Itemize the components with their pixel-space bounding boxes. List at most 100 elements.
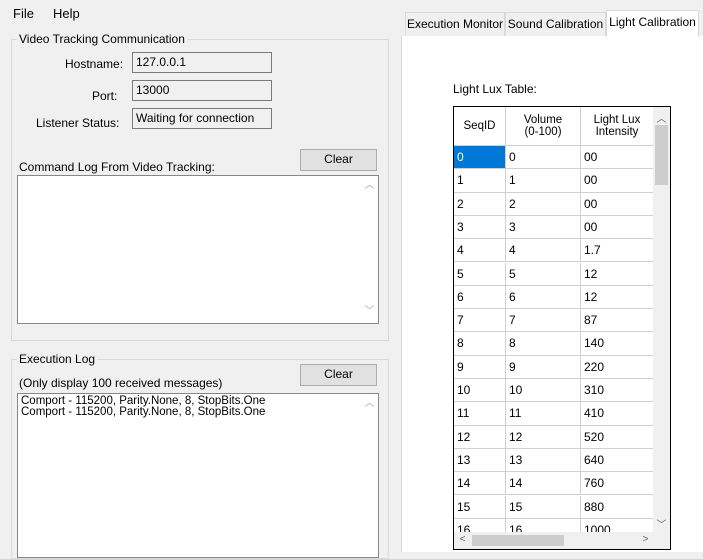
cell-volume[interactable]: 11	[506, 402, 581, 426]
cell-lux[interactable]: 760	[581, 472, 654, 496]
menu-help[interactable]: Help	[53, 6, 80, 21]
execution-log-subtitle: (Only display 100 received messages)	[19, 376, 223, 390]
cell-volume[interactable]: 7	[506, 309, 581, 333]
hostname-field[interactable]: 127.0.0.1	[132, 52, 272, 73]
column-header-volume[interactable]: Volume (0-100)	[506, 107, 581, 146]
cell-seqid[interactable]: 4	[454, 239, 506, 263]
cell-lux[interactable]: 00	[581, 146, 654, 170]
scroll-right-icon[interactable]: >	[637, 534, 654, 545]
table-row[interactable]: 3 3 00	[454, 215, 654, 240]
cell-volume[interactable]: 14	[506, 472, 581, 496]
cell-volume[interactable]: 5	[506, 262, 581, 286]
cell-seqid[interactable]: 7	[454, 309, 506, 333]
table-row[interactable]: 4 4 1.7	[454, 239, 654, 263]
table-scroll-thumb[interactable]	[655, 125, 668, 185]
menu-file[interactable]: File	[13, 6, 34, 21]
table-row[interactable]: 2 2 00	[454, 192, 654, 216]
port-field[interactable]: 13000	[132, 80, 272, 101]
scroll-down-icon[interactable]: ﹀	[361, 306, 378, 317]
table-vertical-scrollbar[interactable]: ︿ ﹀	[653, 107, 670, 533]
cell-seqid[interactable]: 0	[454, 146, 506, 170]
cell-seqid[interactable]: 14	[454, 472, 506, 496]
light-lux-table-title: Light Lux Table:	[453, 82, 537, 96]
cell-lux[interactable]: 12	[581, 285, 654, 310]
cell-lux[interactable]: 140	[581, 332, 654, 356]
cell-lux[interactable]: 00	[581, 192, 654, 216]
column-header-light-lux[interactable]: Light Lux Intensity	[581, 107, 654, 146]
table-hscroll-thumb[interactable]	[472, 535, 564, 546]
cell-lux[interactable]: 410	[581, 402, 654, 426]
tab-execution-monitor[interactable]: Execution Monitor	[405, 12, 505, 36]
cell-volume[interactable]: 12	[506, 425, 581, 449]
cell-seqid[interactable]: 13	[454, 448, 506, 473]
cell-lux[interactable]: 880	[581, 495, 654, 519]
cell-volume[interactable]: 15	[506, 495, 581, 519]
cell-volume[interactable]: 10	[506, 379, 581, 403]
table-row[interactable]: 11 11 410	[454, 402, 654, 426]
cell-volume[interactable]: 13	[506, 448, 581, 473]
clear-execution-log-button[interactable]: Clear	[300, 364, 377, 386]
table-row[interactable]: 9 9 220	[454, 355, 654, 379]
command-log-scrollbar[interactable]: ︿ ﹀	[361, 176, 378, 323]
cell-seqid[interactable]: 5	[454, 262, 506, 286]
cell-volume[interactable]: 0	[506, 146, 581, 170]
table-row[interactable]: 8 8 140	[454, 332, 654, 356]
listener-status-label: Listener Status:	[36, 116, 120, 130]
cell-volume[interactable]: 9	[506, 355, 581, 379]
column-header-seqid[interactable]: SeqID	[454, 107, 506, 146]
scroll-corner	[653, 532, 670, 549]
cell-seqid[interactable]: 15	[454, 495, 506, 519]
tab-light-calibration[interactable]: Light Calibration	[606, 10, 699, 37]
cell-lux[interactable]: 87	[581, 309, 654, 333]
table-row[interactable]: 10 10 310	[454, 379, 654, 403]
table-row[interactable]: 15 15 880	[454, 495, 654, 519]
scroll-up-icon[interactable]: ︿	[361, 180, 378, 191]
command-log-textarea[interactable]: ︿ ﹀	[17, 175, 379, 324]
cell-seqid[interactable]: 2	[454, 192, 506, 216]
cell-volume[interactable]: 8	[506, 332, 581, 356]
table-row[interactable]: 7 7 87	[454, 309, 654, 333]
execution-log-textarea[interactable]: Comport - 115200, Parity.None, 8, StopBi…	[17, 393, 379, 558]
scroll-down-icon[interactable]: ﹀	[653, 516, 670, 531]
table-row[interactable]: 0 0 00	[454, 146, 654, 170]
cell-volume[interactable]: 2	[506, 192, 581, 216]
cell-lux[interactable]: 00	[581, 215, 654, 240]
table-horizontal-scrollbar[interactable]: < >	[454, 532, 654, 549]
table-row[interactable]: 14 14 760	[454, 472, 654, 496]
cell-lux[interactable]: 220	[581, 355, 654, 379]
cell-seqid[interactable]: 10	[454, 379, 506, 403]
cell-volume[interactable]: 6	[506, 285, 581, 310]
cell-seqid[interactable]: 3	[454, 215, 506, 240]
cell-lux[interactable]: 520	[581, 425, 654, 449]
execution-log-group-title: Execution Log	[17, 352, 98, 366]
cell-seqid[interactable]: 12	[454, 425, 506, 449]
cell-seqid[interactable]: 11	[454, 402, 506, 426]
scroll-up-icon[interactable]: ︿	[653, 110, 670, 125]
cell-lux[interactable]: 00	[581, 169, 654, 193]
scroll-left-icon[interactable]: <	[454, 534, 471, 545]
cell-lux[interactable]: 12	[581, 262, 654, 286]
cell-lux[interactable]: 1.7	[581, 239, 654, 263]
cell-seqid[interactable]: 1	[454, 169, 506, 193]
cell-seqid[interactable]: 6	[454, 285, 506, 310]
table-row[interactable]: 5 5 12	[454, 262, 654, 286]
table-row[interactable]: 6 6 12	[454, 285, 654, 310]
scroll-up-icon[interactable]: ︿	[361, 398, 378, 409]
cell-lux[interactable]: 310	[581, 379, 654, 403]
cell-lux[interactable]: 640	[581, 448, 654, 473]
table-row[interactable]: 13 13 640	[454, 448, 654, 473]
execution-log-scrollbar[interactable]: ︿	[361, 394, 378, 557]
tab-sound-calibration[interactable]: Sound Calibration	[505, 12, 606, 36]
cell-seqid[interactable]: 9	[454, 355, 506, 379]
hostname-label: Hostname:	[65, 57, 124, 71]
table-row[interactable]: 12 12 520	[454, 425, 654, 449]
video-tracking-group-title: Video Tracking Communication	[17, 32, 187, 46]
clear-command-log-button[interactable]: Clear	[300, 149, 377, 171]
table-row[interactable]: 1 1 00	[454, 169, 654, 193]
cell-seqid[interactable]: 8	[454, 332, 506, 356]
execution-log-line: Comport - 115200, Parity.None, 8, StopBi…	[21, 406, 266, 418]
cell-volume[interactable]: 3	[506, 215, 581, 240]
light-lux-table[interactable]: SeqID Volume (0-100) Light Lux Intensity…	[453, 106, 671, 550]
cell-volume[interactable]: 1	[506, 169, 581, 193]
cell-volume[interactable]: 4	[506, 239, 581, 263]
